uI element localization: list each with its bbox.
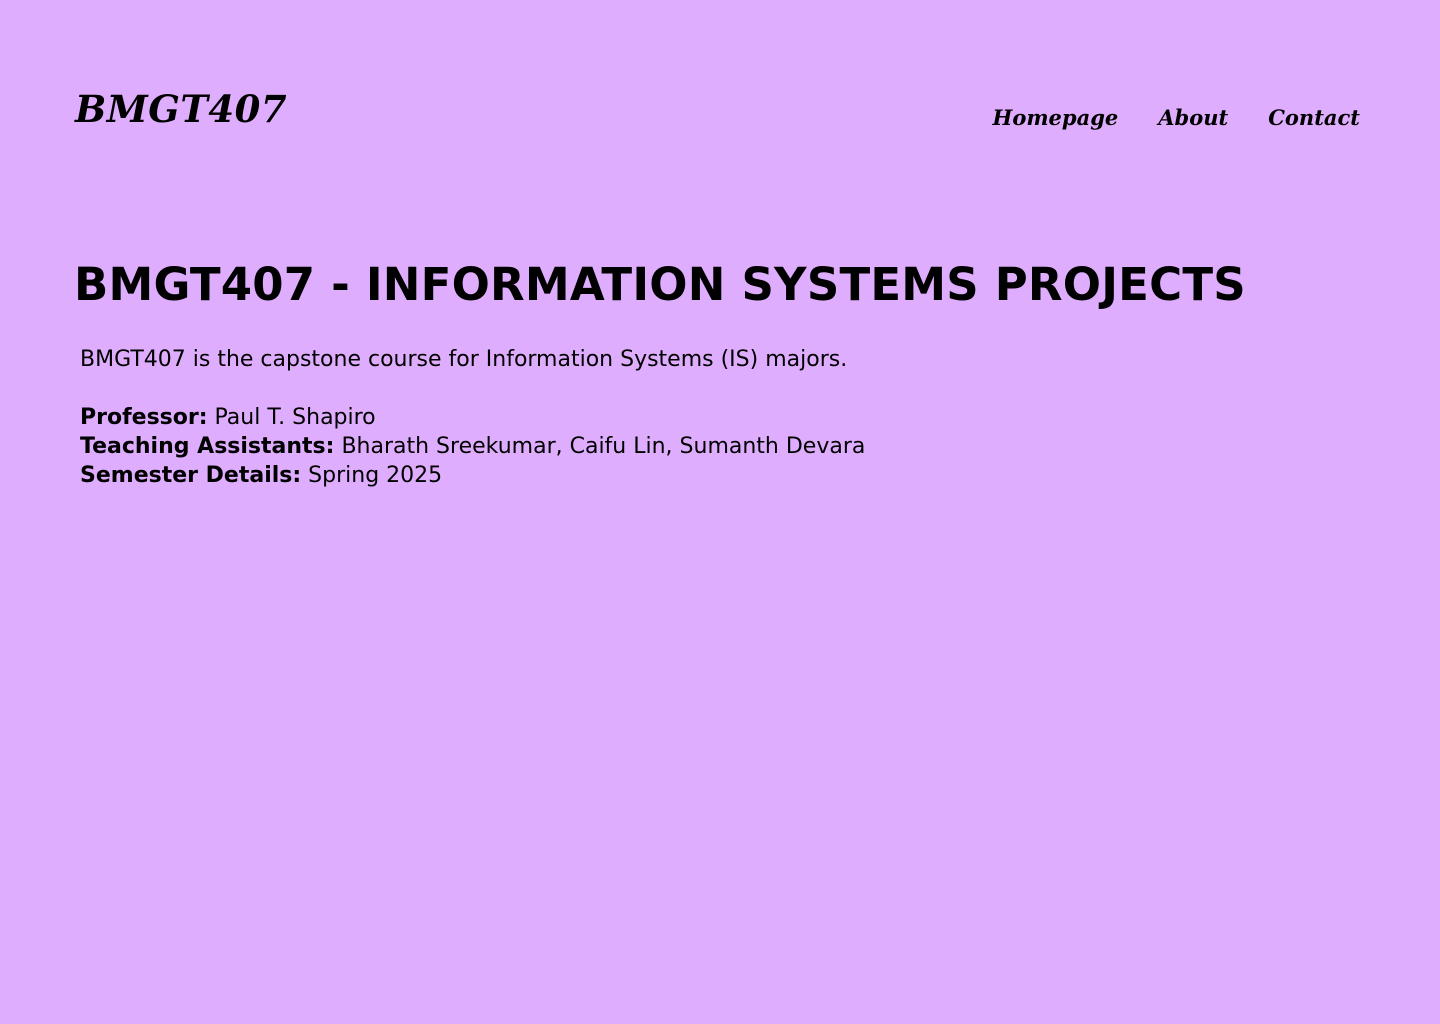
page-title: BMGT407 - INFORMATION SYSTEMS PROJECTS — [74, 258, 1246, 311]
semester-details-label: Semester Details: — [80, 463, 302, 488]
teaching-assistants-value: Bharath Sreekumar, Caifu Lin, Sumanth De… — [341, 434, 866, 459]
professor-line: Professor: Paul T. Shapiro — [80, 403, 865, 432]
main-nav: Homepage About Contact — [992, 103, 1360, 133]
semester-details-value: Spring 2025 — [308, 463, 443, 488]
nav-link-homepage[interactable]: Homepage — [992, 103, 1118, 133]
professor-value: Paul T. Shapiro — [214, 405, 376, 430]
course-intro: BMGT407 is the capstone course for Infor… — [80, 347, 848, 372]
site-logo[interactable]: BMGT407 — [75, 86, 287, 132]
semester-details-line: Semester Details: Spring 2025 — [80, 461, 865, 490]
nav-link-about[interactable]: About — [1158, 103, 1228, 133]
nav-link-contact[interactable]: Contact — [1268, 103, 1360, 133]
course-info: BMGT407 is the capstone course for Infor… — [80, 345, 865, 490]
teaching-assistants-label: Teaching Assistants: — [80, 434, 335, 459]
professor-label: Professor: — [80, 405, 208, 430]
teaching-assistants-line: Teaching Assistants: Bharath Sreekumar, … — [80, 432, 865, 461]
